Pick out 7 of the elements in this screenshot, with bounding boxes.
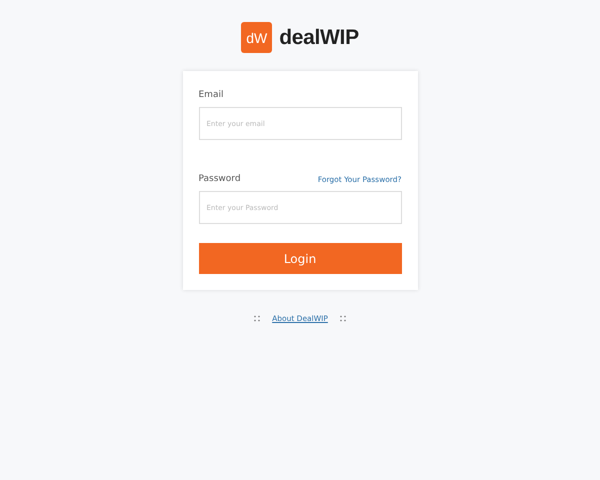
dots-icon bbox=[340, 315, 346, 322]
login-button[interactable]: Login bbox=[198, 243, 402, 274]
field-label: Password bbox=[198, 174, 241, 184]
dots-icon bbox=[254, 315, 260, 322]
logo-mark: dW bbox=[241, 22, 272, 53]
field-label: Email bbox=[198, 90, 224, 100]
brand-name: dealWIP bbox=[279, 26, 359, 50]
